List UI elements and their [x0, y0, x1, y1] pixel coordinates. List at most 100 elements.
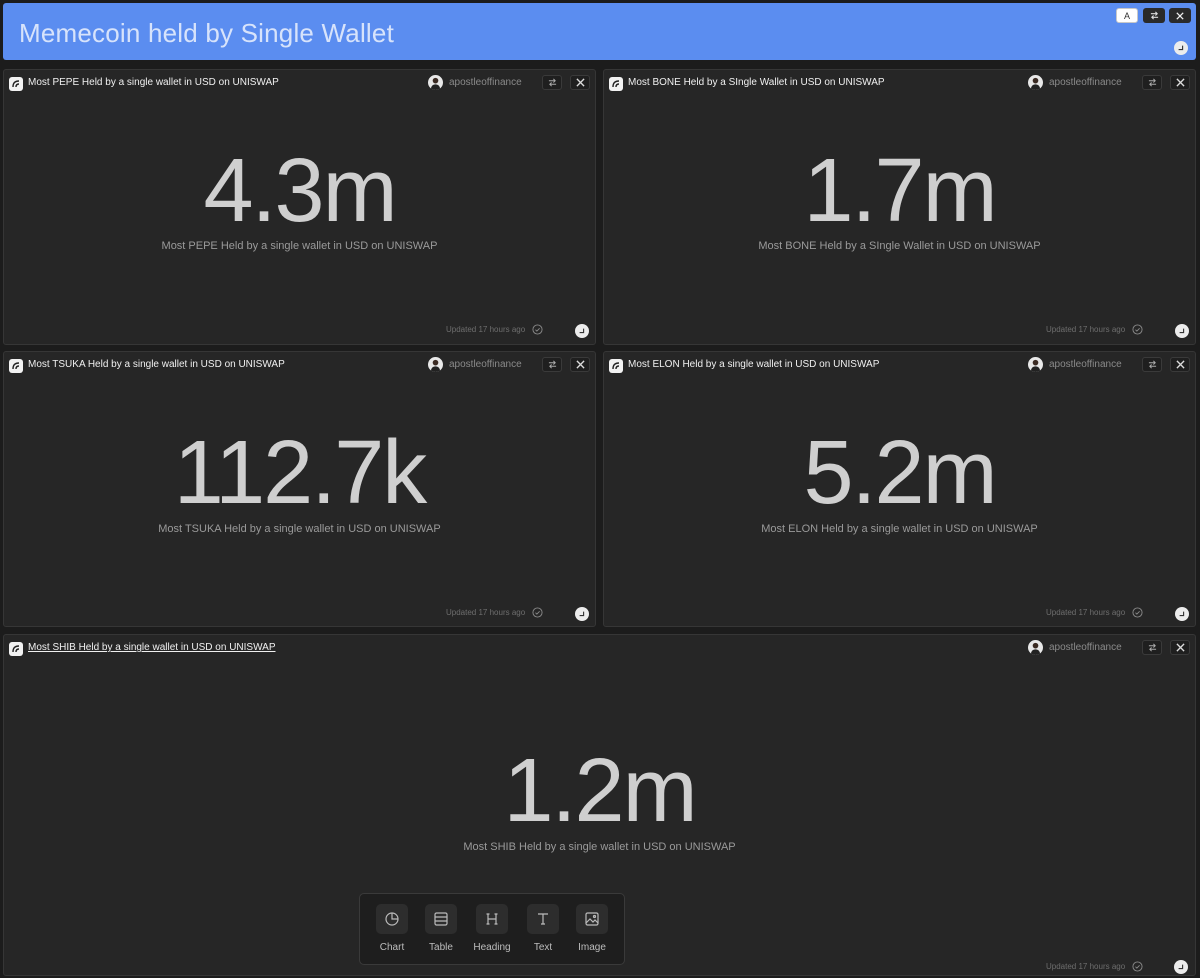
metric-value: 4.3m: [203, 141, 397, 241]
author[interactable]: apostleoffinance: [1028, 75, 1122, 90]
card-title[interactable]: Most BONE Held by a SIngle Wallet in USD…: [628, 77, 885, 88]
close-icon: [1175, 360, 1185, 369]
flipside-logo-icon: [609, 77, 623, 91]
scalar-card-pepe[interactable]: Most PEPE Held by a single wallet in USD…: [3, 69, 596, 345]
metric-label: Most PEPE Held by a single wallet in USD…: [161, 240, 438, 252]
close-button[interactable]: [1170, 640, 1190, 655]
add-table-button[interactable]: Table: [421, 904, 461, 953]
avatar: [1028, 75, 1043, 90]
swap-icon: [548, 78, 556, 87]
swap-icon: [548, 360, 556, 369]
swap-button[interactable]: [1143, 8, 1165, 23]
metric-value: 112.7k: [173, 423, 428, 523]
text-style-button[interactable]: A: [1116, 8, 1138, 23]
swap-icon: [1148, 78, 1156, 87]
resize-handle[interactable]: [1174, 960, 1188, 974]
updated-text: Updated 17 hours ago: [446, 325, 526, 334]
tool-label: Image: [578, 942, 606, 953]
swap-button[interactable]: [1142, 357, 1162, 372]
author-name: apostleoffinance: [1049, 77, 1122, 88]
resize-handle[interactable]: [1175, 324, 1189, 338]
swap-button[interactable]: [542, 357, 562, 372]
heading-icon: [486, 913, 498, 925]
add-chart-button[interactable]: Chart: [372, 904, 412, 953]
resize-handle[interactable]: [1175, 607, 1189, 621]
dashboard-header[interactable]: Memecoin held by Single Wallet A: [3, 3, 1196, 60]
swap-button[interactable]: [1142, 75, 1162, 90]
resize-handle[interactable]: [575, 324, 589, 338]
author-name: apostleoffinance: [1049, 359, 1122, 370]
author[interactable]: apostleoffinance: [1028, 357, 1122, 372]
resize-corner-icon: [1179, 328, 1185, 334]
swap-icon: [1148, 643, 1156, 652]
tool-label: Table: [429, 942, 453, 953]
resize-corner-icon: [1178, 45, 1184, 51]
resize-handle[interactable]: [575, 607, 589, 621]
image-icon: [585, 912, 599, 926]
add-heading-button[interactable]: Heading: [472, 904, 512, 953]
check-circle-icon: [532, 607, 543, 618]
check-circle-icon: [1132, 961, 1143, 972]
swap-button[interactable]: [1142, 640, 1162, 655]
resize-corner-icon: [1178, 964, 1184, 970]
close-button[interactable]: [1169, 8, 1191, 23]
close-icon: [1175, 643, 1185, 652]
flipside-logo-icon: [9, 359, 23, 373]
check-circle-icon: [1132, 607, 1143, 618]
pie-chart-icon: [385, 912, 399, 926]
card-title[interactable]: Most ELON Held by a single wallet in USD…: [628, 359, 879, 370]
resize-corner-icon: [579, 611, 585, 617]
author[interactable]: apostleoffinance: [428, 357, 522, 372]
table-icon: [434, 912, 448, 926]
close-icon: [575, 78, 585, 87]
avatar: [428, 357, 443, 372]
add-image-button[interactable]: Image: [572, 904, 612, 953]
check-circle-icon: [532, 324, 543, 335]
updated-status: Updated 17 hours ago: [1046, 607, 1143, 618]
scalar-card-bone[interactable]: Most BONE Held by a SIngle Wallet in USD…: [603, 69, 1196, 345]
flipside-logo-icon: [9, 642, 23, 656]
tool-label: Text: [533, 942, 553, 953]
close-icon: [575, 360, 585, 369]
close-icon: [1176, 11, 1184, 20]
dashboard-title[interactable]: Memecoin held by Single Wallet: [19, 18, 394, 49]
updated-text: Updated 17 hours ago: [1046, 962, 1126, 971]
flipside-logo-icon: [9, 77, 23, 91]
text-icon: [538, 913, 548, 925]
metric-value: 1.7m: [803, 141, 997, 241]
resize-corner-icon: [1179, 611, 1185, 617]
author[interactable]: apostleoffinance: [1028, 640, 1122, 655]
swap-icon: [1148, 360, 1156, 369]
metric-label: Most SHIB Held by a single wallet in USD…: [463, 841, 736, 853]
resize-corner-icon: [579, 328, 585, 334]
swap-icon: [1150, 11, 1158, 20]
metric-label: Most TSUKA Held by a single wallet in US…: [158, 523, 441, 535]
add-block-toolbar: Chart Table Heading Text Image: [359, 893, 625, 965]
avatar: [1028, 357, 1043, 372]
card-title[interactable]: Most PEPE Held by a single wallet in USD…: [28, 77, 279, 88]
flipside-logo-icon: [609, 359, 623, 373]
metric-value: 5.2m: [803, 423, 997, 523]
updated-status: Updated 17 hours ago: [446, 607, 543, 618]
scalar-card-tsuka[interactable]: Most TSUKA Held by a single wallet in US…: [3, 351, 596, 627]
updated-status: Updated 17 hours ago: [1046, 324, 1143, 335]
author-name: apostleoffinance: [1049, 642, 1122, 653]
card-title[interactable]: Most SHIB Held by a single wallet in USD…: [28, 642, 276, 653]
avatar: [428, 75, 443, 90]
metric-label: Most BONE Held by a SIngle Wallet in USD…: [758, 240, 1041, 252]
card-title[interactable]: Most TSUKA Held by a single wallet in US…: [28, 359, 285, 370]
close-button[interactable]: [1170, 75, 1190, 90]
metric-value: 1.2m: [503, 741, 697, 841]
close-button[interactable]: [570, 75, 590, 90]
add-text-button[interactable]: Text: [523, 904, 563, 953]
close-button[interactable]: [570, 357, 590, 372]
scalar-card-elon[interactable]: Most ELON Held by a single wallet in USD…: [603, 351, 1196, 627]
close-button[interactable]: [1170, 357, 1190, 372]
swap-button[interactable]: [542, 75, 562, 90]
updated-status: Updated 17 hours ago: [446, 324, 543, 335]
resize-handle[interactable]: [1174, 41, 1188, 55]
tool-label: Chart: [379, 942, 405, 953]
author[interactable]: apostleoffinance: [428, 75, 522, 90]
author-name: apostleoffinance: [449, 77, 522, 88]
check-circle-icon: [1132, 324, 1143, 335]
